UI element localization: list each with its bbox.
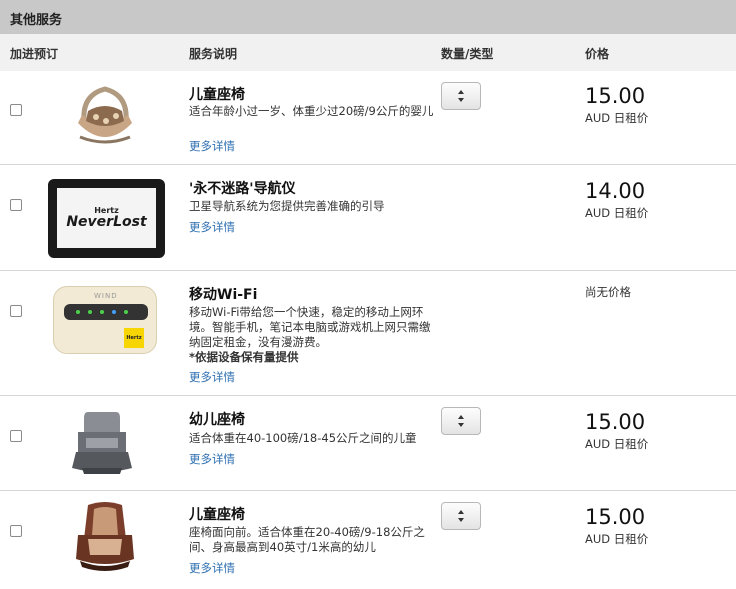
add-checkbox[interactable] [10, 430, 22, 442]
price-unit: AUD 日租价 [585, 532, 649, 546]
service-description: 适合体重在40-100磅/18-45公斤之间的儿童 [189, 431, 417, 445]
device-led-strip [64, 304, 148, 320]
price-value: 14.00 [585, 179, 646, 203]
more-details-link[interactable]: 更多详情 [189, 369, 235, 385]
column-header-row: 加进预订 服务说明 数量/类型 价格 [0, 34, 736, 71]
service-title: 幼儿座椅 [189, 412, 245, 428]
header-add: 加进预订 [10, 47, 59, 61]
price-unit: AUD 日租价 [585, 437, 649, 451]
header-quantity: 数量/类型 [441, 47, 494, 61]
service-description-text: 移动Wi-Fi带给您一个快速，稳定的移动上网环境。智能手机，笔记本电脑或游戏机上… [189, 305, 431, 349]
quantity-select[interactable] [441, 502, 481, 530]
mobile-wifi-icon: WIND Hertz [53, 286, 157, 354]
price-unavailable: 尚无价格 [585, 285, 631, 299]
add-checkbox[interactable] [10, 305, 22, 317]
more-details-link[interactable]: 更多详情 [189, 138, 235, 154]
service-title: 移动Wi-Fi [189, 287, 258, 303]
add-checkbox[interactable] [10, 104, 22, 116]
more-details-link[interactable]: 更多详情 [189, 219, 235, 235]
quantity-select[interactable] [441, 82, 481, 110]
up-down-arrows-icon [458, 510, 464, 522]
availability-note: *依据设备保有量提供 [189, 350, 299, 364]
infant-carrier-icon [78, 86, 132, 144]
booster-seat-icon [72, 412, 132, 474]
gps-screen: Hertz NeverLost [57, 188, 156, 248]
more-details-link[interactable]: 更多详情 [189, 451, 235, 467]
price-unit: AUD 日租价 [585, 111, 649, 125]
child-seat-icon [76, 502, 134, 571]
device-brand: WIND [94, 292, 118, 300]
service-description: 座椅面向前。适合体重在20-40磅/9-18公斤之间、身高最高到40英寸/1米高… [189, 525, 425, 554]
service-row-wifi: WIND Hertz 移动Wi-Fi 移动Wi-Fi带给您一个快速，稳定的移动上… [0, 271, 736, 396]
more-details-link[interactable]: 更多详情 [189, 560, 235, 576]
header-price: 价格 [585, 47, 610, 61]
service-row-infant-seat: 儿童座椅 适合年龄小过一岁、体重少过20磅/9公斤的婴儿 更多详情 15.00 … [0, 71, 736, 165]
service-title: 儿童座椅 [189, 507, 245, 523]
service-title: '永不迷路'导航仪 [189, 181, 296, 197]
price-value: 15.00 [585, 410, 646, 434]
gps-brand-name: NeverLost [66, 214, 147, 230]
service-description: 移动Wi-Fi带给您一个快速，稳定的移动上网环境。智能手机，笔记本电脑或游戏机上… [189, 305, 434, 365]
price-unit: AUD 日租价 [585, 206, 649, 220]
header-description: 服务说明 [189, 47, 238, 61]
add-checkbox[interactable] [10, 525, 22, 537]
up-down-arrows-icon [458, 415, 464, 427]
price-value: 15.00 [585, 84, 646, 108]
section-title: 其他服务 [0, 0, 736, 34]
device-tag: Hertz [124, 328, 144, 348]
service-title: 儿童座椅 [189, 87, 245, 103]
service-description: 卫星导航系统为您提供完善准确的引导 [189, 199, 385, 213]
gps-navigator-icon: Hertz NeverLost [48, 179, 165, 258]
up-down-arrows-icon [458, 90, 464, 102]
add-checkbox[interactable] [10, 199, 22, 211]
service-row-child-seat: 儿童座椅 座椅面向前。适合体重在20-40磅/9-18公斤之间、身高最高到40英… [0, 491, 736, 586]
service-row-booster-seat: 幼儿座椅 适合体重在40-100磅/18-45公斤之间的儿童 更多详情 15.0… [0, 396, 736, 491]
price-value: 15.00 [585, 505, 646, 529]
service-description: 适合年龄小过一岁、体重少过20磅/9公斤的婴儿 [189, 104, 434, 118]
service-row-gps: Hertz NeverLost '永不迷路'导航仪 卫星导航系统为您提供完善准确… [0, 165, 736, 271]
quantity-select[interactable] [441, 407, 481, 435]
